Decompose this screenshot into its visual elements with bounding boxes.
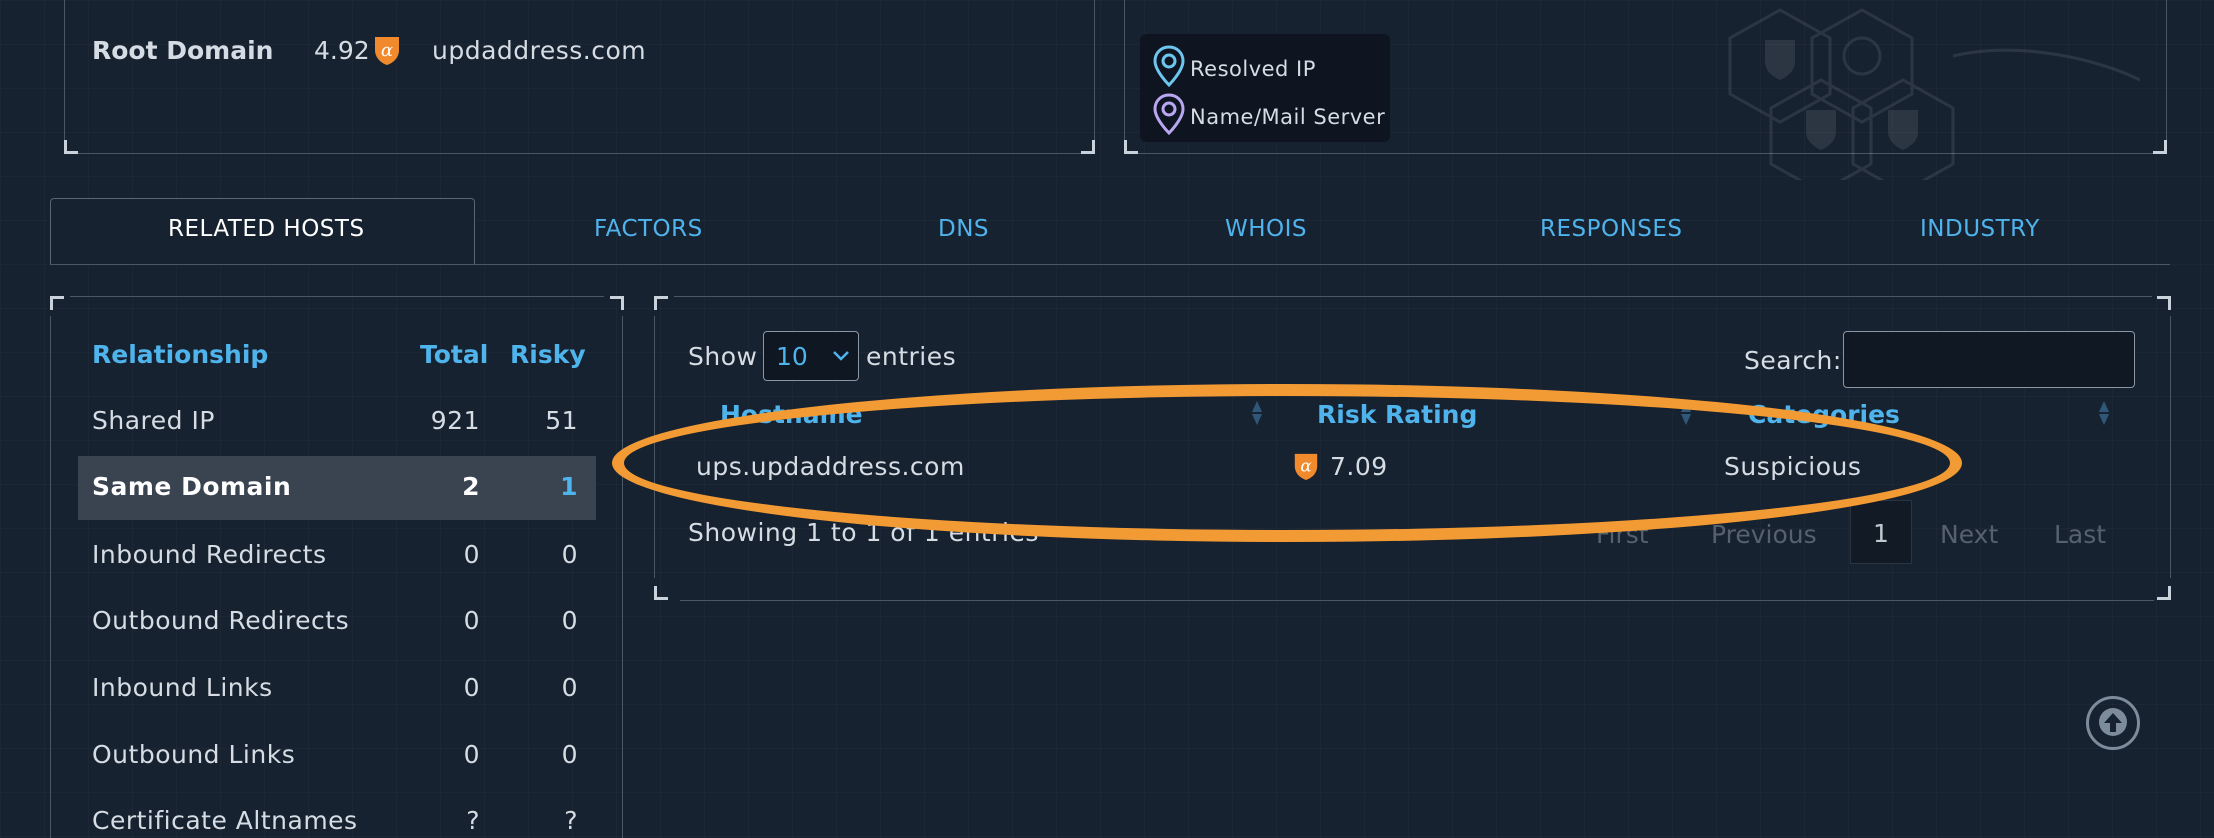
relationship-label: Outbound Redirects xyxy=(92,606,350,635)
legend-label: Resolved IP xyxy=(1190,56,1316,81)
panel-border xyxy=(2170,316,2171,578)
relationship-risky: 0 xyxy=(561,606,578,635)
scroll-to-top-button[interactable] xyxy=(2086,696,2140,750)
panel-border xyxy=(1094,0,1095,142)
tab-whois[interactable]: WHOIS xyxy=(1225,216,1307,242)
relationship-total: 0 xyxy=(463,540,480,569)
relationship-row-outbound-links[interactable]: Outbound Links 0 0 xyxy=(78,724,596,788)
corner-bracket xyxy=(64,140,78,154)
corner-bracket xyxy=(1124,140,1138,154)
corner-bracket xyxy=(2157,586,2171,600)
relationship-label: Shared IP xyxy=(92,406,215,435)
entries-select[interactable]: 10 xyxy=(763,331,859,381)
root-domain-score: 4.92 xyxy=(314,36,370,65)
panel-border xyxy=(64,0,65,142)
relationship-row-shared-ip[interactable]: Shared IP 921 51 xyxy=(78,390,596,454)
relationship-label: Same Domain xyxy=(92,472,292,501)
relationship-risky: 0 xyxy=(561,540,578,569)
svg-text:α: α xyxy=(381,40,393,61)
relationship-total: 0 xyxy=(463,606,480,635)
relationship-row-inbound-links[interactable]: Inbound Links 0 0 xyxy=(78,657,596,721)
relationship-total: 0 xyxy=(463,673,480,702)
chevron-down-icon xyxy=(833,351,849,361)
corner-bracket xyxy=(1081,140,1095,154)
relationship-total: 921 xyxy=(430,406,480,435)
pagination-page-label: 1 xyxy=(1873,519,1889,548)
map-pin-icon xyxy=(1152,92,1190,141)
relationship-risky: 0 xyxy=(561,740,578,769)
panel-border xyxy=(2166,0,2167,142)
panel-border xyxy=(622,316,623,838)
relationship-row-inbound-redirects[interactable]: Inbound Redirects 0 0 xyxy=(78,524,596,588)
relationship-row-certificate-altnames[interactable]: Certificate Altnames ? ? xyxy=(78,790,596,838)
relationship-label: Outbound Links xyxy=(92,740,296,769)
pagination-page-1[interactable]: 1 xyxy=(1850,500,1912,564)
relationship-total: ? xyxy=(466,806,480,835)
column-header-relationship[interactable]: Relationship xyxy=(92,340,268,369)
legend-item-resolved-ip: Resolved IP xyxy=(1152,44,1316,93)
pagination-previous[interactable]: Previous xyxy=(1711,520,1817,549)
pagination-last[interactable]: Last xyxy=(2054,520,2106,549)
map-pin-icon xyxy=(1152,44,1190,93)
panel-border xyxy=(50,316,51,838)
entries-select-value: 10 xyxy=(776,342,808,371)
panel-border xyxy=(680,600,2154,601)
tab-bar-divider xyxy=(50,264,2170,265)
show-label: Show xyxy=(688,342,758,371)
panel-border xyxy=(674,296,2152,297)
corner-bracket xyxy=(50,296,64,310)
search-input[interactable] xyxy=(1843,331,2135,388)
sort-icon[interactable] xyxy=(2098,400,2110,426)
relationship-risky: 0 xyxy=(561,673,578,702)
corner-bracket xyxy=(2153,140,2167,154)
hexagon-decoration xyxy=(1720,0,2141,194)
column-header-risky[interactable]: Risky xyxy=(510,340,586,369)
search-label: Search: xyxy=(1744,346,1842,375)
relationship-row-same-domain[interactable]: Same Domain 2 1 xyxy=(78,456,596,520)
column-header-total[interactable]: Total xyxy=(420,340,488,369)
corner-bracket xyxy=(654,586,668,600)
root-domain-label: Root Domain xyxy=(92,36,274,65)
relationship-label: Certificate Altnames xyxy=(92,806,358,835)
tab-related-hosts[interactable]: RELATED HOSTS xyxy=(168,216,365,242)
entries-label: entries xyxy=(866,342,957,371)
pagination-next[interactable]: Next xyxy=(1940,520,1998,549)
map-legend: Resolved IP Name/Mail Server xyxy=(1140,34,1390,142)
panel-border xyxy=(70,153,1088,154)
relationship-row-outbound-redirects[interactable]: Outbound Redirects 0 0 xyxy=(78,590,596,654)
panel-border xyxy=(70,296,604,297)
legend-item-name-mail-server: Name/Mail Server xyxy=(1152,92,1385,141)
tab-factors[interactable]: FACTORS xyxy=(594,216,703,242)
relationship-risky: ? xyxy=(564,806,578,835)
legend-label: Name/Mail Server xyxy=(1190,104,1386,129)
relationship-risky: 1 xyxy=(560,472,578,501)
relationship-total: 0 xyxy=(463,740,480,769)
relationship-label: Inbound Links xyxy=(92,673,273,702)
tab-responses[interactable]: RESPONSES xyxy=(1540,216,1683,242)
panel-border xyxy=(1124,0,1125,142)
highlight-ellipse xyxy=(612,384,1962,542)
relationship-total: 2 xyxy=(462,472,480,501)
relationship-risky: 51 xyxy=(545,406,578,435)
arrow-up-icon xyxy=(2099,708,2127,736)
relationship-label: Inbound Redirects xyxy=(92,540,327,569)
alpha-shield-icon: α xyxy=(372,34,402,70)
corner-bracket xyxy=(2157,296,2171,310)
corner-bracket xyxy=(610,296,624,310)
tab-dns[interactable]: DNS xyxy=(938,216,989,242)
corner-bracket xyxy=(654,296,668,310)
tab-industry[interactable]: INDUSTRY xyxy=(1920,216,2040,242)
root-domain-name[interactable]: updaddress.com xyxy=(432,36,646,65)
